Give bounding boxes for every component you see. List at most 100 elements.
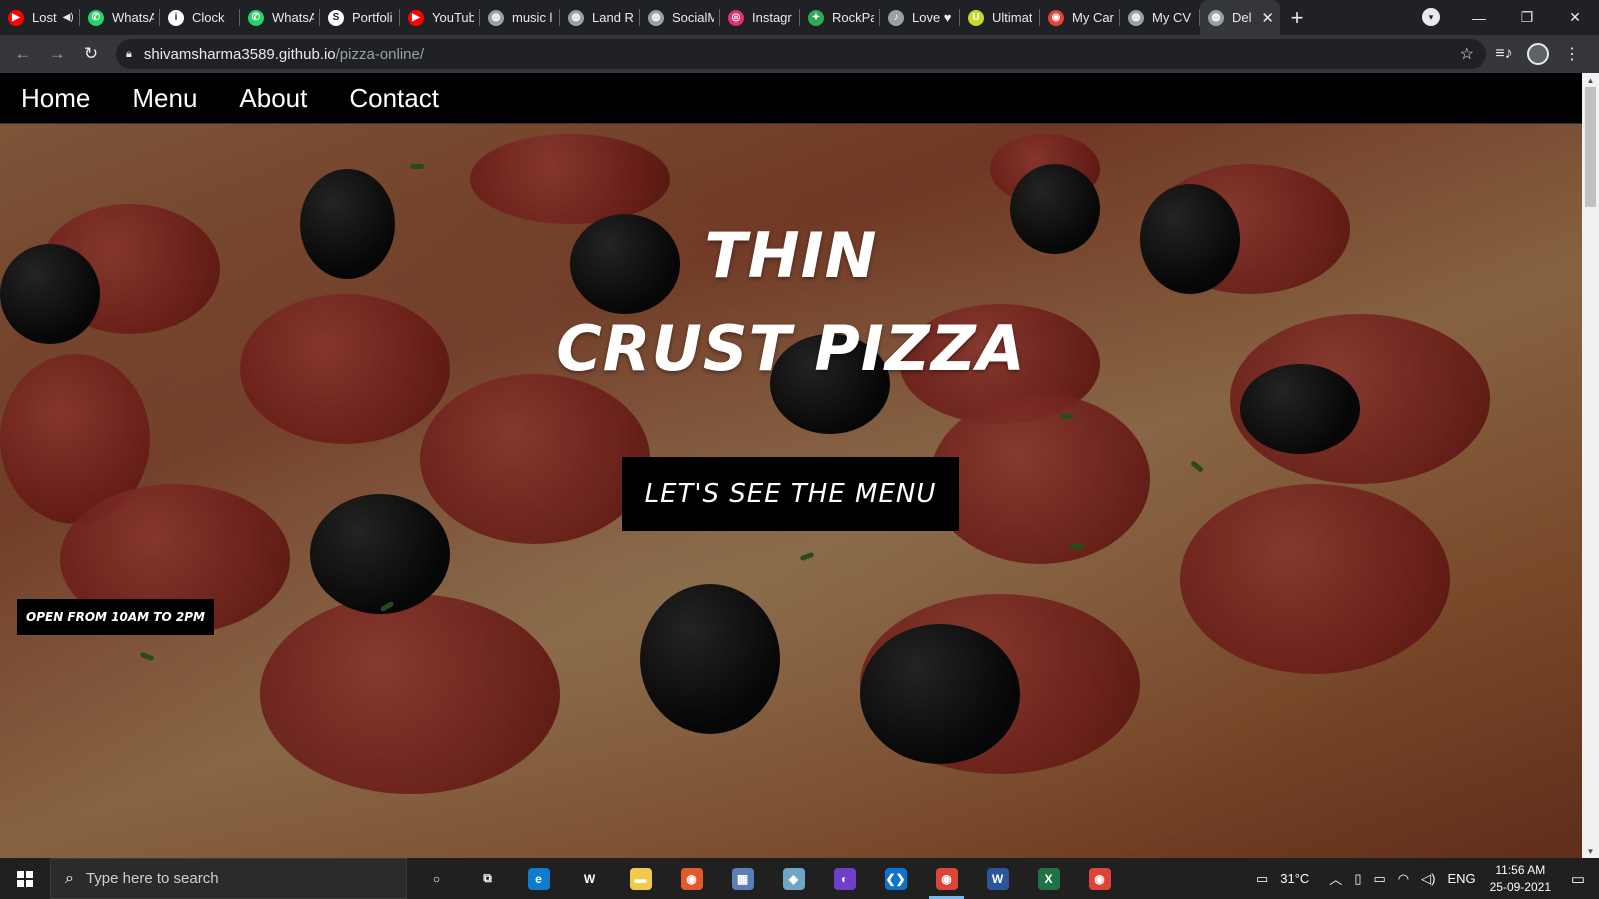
word-icon-glyph: W (986, 867, 1009, 890)
url-path: /pizza-online/ (335, 45, 425, 63)
browser-tab[interactable]: U Ultimat (960, 0, 1040, 35)
wifi-icon[interactable]: ◠ (1398, 871, 1409, 887)
tab-close-icon[interactable]: ✕ (1261, 9, 1274, 27)
media-control-icon[interactable]: ≡♪ (1487, 45, 1521, 63)
weather-temp[interactable]: 31°C (1280, 871, 1309, 886)
portfolio-icon: S (328, 9, 344, 26)
browser-tab[interactable]: ▶ Lost ◀) (0, 0, 80, 35)
browser-tab[interactable]: ◉ My Car (1040, 0, 1120, 35)
volume-icon[interactable]: ◁) (1421, 871, 1435, 887)
restore-icon[interactable]: ❐ (1503, 0, 1551, 35)
nav-about[interactable]: About (239, 83, 307, 114)
github-icon[interactable]: ◐ (819, 858, 870, 899)
browser-tab-strip: ▶ Lost ◀) ✆ WhatsA i Clock ✆ WhatsA S Portfoli ▶ You… (0, 0, 1599, 35)
browser-tab[interactable]: ◍ Del ✕ (1200, 0, 1280, 35)
system-tray: ▭ 31°C ︿ ▯ ▭ ◠ ◁) ENG 11:56 AM 25-09-202… (1250, 858, 1599, 899)
browser-tab[interactable]: ▶ YouTub (400, 0, 480, 35)
browser-tab[interactable]: ◍ My CV (1120, 0, 1200, 35)
vscode-icon-glyph: ❮❯ (884, 867, 907, 890)
tab-label: WhatsA (112, 10, 154, 25)
word-icon[interactable]: W (972, 858, 1023, 899)
back-icon[interactable]: ← (6, 37, 40, 71)
kebab-menu-icon[interactable]: ⋮ (1555, 44, 1589, 64)
browser-tab[interactable]: ◍ music l (480, 0, 560, 35)
tab-label: music l (512, 10, 553, 25)
forward-icon[interactable]: → (40, 37, 74, 71)
tab-audio-icon[interactable]: ◀) (63, 12, 74, 23)
media-player-icon[interactable]: ◉ (666, 858, 717, 899)
edge-icon[interactable]: e (513, 858, 564, 899)
page-viewport: Home Menu About Contact THIN CRUST PIZZA… (0, 73, 1582, 858)
task-view-icon[interactable]: ⧉ (462, 858, 513, 899)
vscode-icon[interactable]: ❮❯ (870, 858, 921, 899)
file-explorer-icon[interactable]: ▬ (615, 858, 666, 899)
opening-hours-badge: OPEN FROM 10AM TO 2PM (17, 599, 214, 635)
ultimate-icon: U (968, 9, 984, 26)
calculator-icon-glyph: ▦ (731, 867, 754, 890)
tab-label: Love ♥ (912, 10, 952, 25)
browser-tab[interactable]: ◎ Instagr (720, 0, 800, 35)
taskbar-clock[interactable]: 11:56 AM 25-09-2021 (1490, 862, 1551, 896)
tab-search-icon[interactable]: ▾ (1422, 8, 1440, 26)
chrome-icon[interactable]: ◉ (921, 858, 972, 899)
notification-icon[interactable]: ▭ (1563, 864, 1593, 894)
browser-tab[interactable]: ✆ WhatsA (80, 0, 160, 35)
clock-date: 25-09-2021 (1489, 879, 1551, 894)
page-scrollbar[interactable]: ▲ ▼ (1582, 73, 1599, 858)
nav-contact[interactable]: Contact (349, 83, 439, 114)
nav-menu[interactable]: Menu (132, 83, 197, 114)
tab-label: SocialM (672, 10, 714, 25)
tab-label: WhatsA (272, 10, 314, 25)
device-icon[interactable]: ▯ (1354, 871, 1361, 887)
globe-icon: ◍ (568, 9, 584, 26)
w-app-icon[interactable]: W (564, 858, 615, 899)
url-host: shivamsharma3589.github.io (143, 45, 336, 63)
see-menu-button[interactable]: LET'S SEE THE MENU (622, 457, 959, 531)
chrome-icon-2[interactable]: ◉ (1074, 858, 1125, 899)
notes-icon[interactable]: ◆ (768, 858, 819, 899)
start-button[interactable] (0, 858, 50, 899)
task-view-icon-glyph: ⧉ (483, 871, 492, 885)
scroll-down-icon[interactable]: ▼ (1582, 844, 1599, 858)
browser-tab[interactable]: i Clock (160, 0, 240, 35)
windows-logo-icon (17, 870, 33, 887)
bookmark-star-icon[interactable]: ☆ (1460, 44, 1474, 64)
minimize-icon[interactable]: — (1455, 0, 1503, 35)
lock-icon: 🔒︎ (126, 47, 132, 60)
address-bar[interactable]: 🔒︎ shivamsharma3589.github.io /pizza-onl… (116, 39, 1486, 69)
new-tab-button[interactable]: + (1280, 0, 1314, 35)
browser-tab[interactable]: S Portfoli (320, 0, 400, 35)
profile-avatar[interactable] (1527, 43, 1549, 65)
tab-label: My CV (1152, 10, 1191, 25)
globe-icon: ◍ (648, 9, 664, 26)
language-indicator[interactable]: ENG (1447, 871, 1475, 886)
chrome-icon-2-glyph: ◉ (1088, 867, 1111, 890)
scroll-up-icon[interactable]: ▲ (1582, 73, 1599, 87)
browser-tab[interactable]: ◍ SocialM (640, 0, 720, 35)
toolbar-right: ≡♪ ⋮ (1487, 35, 1589, 73)
close-window-icon[interactable]: ✕ (1551, 0, 1599, 35)
cortana-icon[interactable]: ○ (411, 858, 462, 899)
media-player-icon-glyph: ◉ (680, 867, 703, 890)
search-placeholder: Type here to search (85, 870, 219, 887)
weather-icon[interactable]: ▭ (1256, 871, 1268, 887)
excel-icon[interactable]: X (1023, 858, 1074, 899)
youtube-icon: ▶ (408, 9, 424, 26)
browser-tab[interactable]: ◍ Land Re (560, 0, 640, 35)
browser-tab[interactable]: ♪ Love ♥ (880, 0, 960, 35)
battery-icon[interactable]: ▭ (1373, 871, 1385, 887)
calculator-icon[interactable]: ▦ (717, 858, 768, 899)
taskbar-search[interactable]: ⌕ Type here to search (50, 858, 407, 899)
info-icon: i (168, 9, 184, 26)
browser-tab[interactable]: ✆ WhatsA (240, 0, 320, 35)
browser-tab[interactable]: ✦ RockPa (800, 0, 880, 35)
rockpaper-icon: ✦ (808, 9, 824, 26)
chevron-up-icon[interactable]: ︿ (1329, 869, 1342, 888)
window-controls: — ❐ ✕ (1455, 0, 1599, 35)
scrollbar-thumb[interactable] (1585, 87, 1596, 207)
tab-label: Portfoli (352, 10, 393, 25)
tab-label: YouTub (432, 10, 474, 25)
nav-home[interactable]: Home (21, 83, 90, 114)
reload-icon[interactable]: ↻ (74, 37, 108, 71)
clock-time: 11:56 AM (1495, 862, 1546, 877)
